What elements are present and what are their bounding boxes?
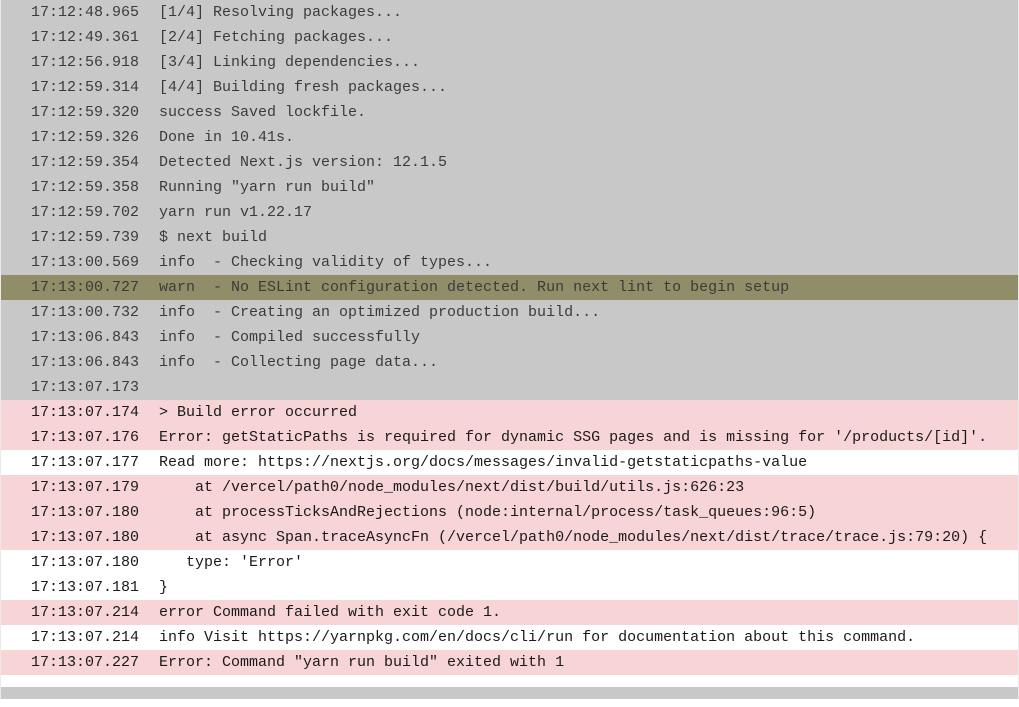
log-row[interactable]: 17:13:07.180 type: 'Error'	[1, 550, 1018, 575]
log-message: warn - No ESLint configuration detected.…	[159, 275, 789, 300]
log-timestamp: 17:13:07.179	[31, 475, 159, 500]
log-message: Done in 10.41s.	[159, 125, 294, 150]
log-timestamp: 17:12:59.326	[31, 125, 159, 150]
log-row[interactable]: 17:12:59.739$ next build	[1, 225, 1018, 250]
log-row[interactable]: 17:13:07.180 at processTicksAndRejection…	[1, 500, 1018, 525]
log-message: info - Compiled successfully	[159, 325, 420, 350]
log-row[interactable]: 17:12:59.702yarn run v1.22.17	[1, 200, 1018, 225]
log-row[interactable]: 17:13:07.174> Build error occurred	[1, 400, 1018, 425]
log-timestamp: 17:12:48.965	[31, 0, 159, 25]
log-row[interactable]: 17:13:06.843info - Compiled successfully	[1, 325, 1018, 350]
log-timestamp: 17:12:59.354	[31, 150, 159, 175]
log-message: info - Collecting page data...	[159, 350, 438, 375]
log-timestamp: 17:13:00.569	[31, 250, 159, 275]
log-row[interactable]: 17:13:07.180 at async Span.traceAsyncFn …	[1, 525, 1018, 550]
log-row[interactable]: 17:12:59.354Detected Next.js version: 12…	[1, 150, 1018, 175]
log-row[interactable]: 17:12:59.358Running "yarn run build"	[1, 175, 1018, 200]
log-message: type: 'Error'	[159, 550, 303, 575]
log-timestamp: 17:13:07.173	[31, 375, 159, 400]
log-row[interactable]: 17:13:07.173	[1, 375, 1018, 400]
log-message: Running "yarn run build"	[159, 175, 375, 200]
log-row[interactable]: 17:12:59.314[4/4] Building fresh package…	[1, 75, 1018, 100]
log-message: info - Creating an optimized production …	[159, 300, 600, 325]
log-message: at async Span.traceAsyncFn (/vercel/path…	[159, 525, 987, 550]
log-row[interactable]: 17:13:07.179 at /vercel/path0/node_modul…	[1, 475, 1018, 500]
log-timestamp: 17:13:00.732	[31, 300, 159, 325]
log-row[interactable]: 17:12:59.320success Saved lockfile.	[1, 100, 1018, 125]
log-row[interactable]: 17:13:00.569info - Checking validity of …	[1, 250, 1018, 275]
log-message: [1/4] Resolving packages...	[159, 0, 402, 25]
log-timestamp: 17:13:07.214	[31, 600, 159, 625]
log-timestamp: 17:12:59.739	[31, 225, 159, 250]
log-message: success Saved lockfile.	[159, 100, 366, 125]
log-row[interactable]: 17:13:07.214error Command failed with ex…	[1, 600, 1018, 625]
log-row[interactable]: 17:12:59.326Done in 10.41s.	[1, 125, 1018, 150]
log-message: Read more: https://nextjs.org/docs/messa…	[159, 450, 807, 475]
log-timestamp: 17:13:07.177	[31, 450, 159, 475]
log-timestamp: 17:13:07.181	[31, 575, 159, 600]
log-row[interactable]: 17:13:07.214info Visit https://yarnpkg.c…	[1, 625, 1018, 650]
log-row[interactable]: 17:13:07.181}	[1, 575, 1018, 600]
log-timestamp: 17:13:07.180	[31, 500, 159, 525]
log-timestamp: 17:13:06.843	[31, 350, 159, 375]
log-message: Detected Next.js version: 12.1.5	[159, 150, 447, 175]
log-timestamp: 17:13:07.227	[31, 650, 159, 675]
log-timestamp: 17:13:07.180	[31, 550, 159, 575]
log-timestamp: 17:12:59.358	[31, 175, 159, 200]
log-message: Error: getStaticPaths is required for dy…	[159, 425, 987, 450]
log-timestamp: 17:13:07.174	[31, 400, 159, 425]
log-message: at processTicksAndRejections (node:inter…	[159, 500, 816, 525]
log-row[interactable]: 17:13:07.177Read more: https://nextjs.or…	[1, 450, 1018, 475]
log-message: error Command failed with exit code 1.	[159, 600, 501, 625]
log-timestamp: 17:12:49.361	[31, 25, 159, 50]
log-timestamp: 17:13:00.727	[31, 275, 159, 300]
log-message: }	[159, 575, 168, 600]
log-message: > Build error occurred	[159, 400, 357, 425]
log-message: info - Checking validity of types...	[159, 250, 492, 275]
log-timestamp: 17:12:59.320	[31, 100, 159, 125]
log-timestamp: 17:12:56.918	[31, 50, 159, 75]
log-message: yarn run v1.22.17	[159, 200, 312, 225]
log-row[interactable]: 17:13:07.227Error: Command "yarn run bui…	[1, 650, 1018, 675]
log-message: at /vercel/path0/node_modules/next/dist/…	[159, 475, 744, 500]
log-row[interactable]: 17:13:00.727warn - No ESLint configurati…	[1, 275, 1018, 300]
log-timestamp: 17:13:07.180	[31, 525, 159, 550]
log-bottom-padding	[1, 675, 1018, 687]
log-row[interactable]: 17:13:07.176Error: getStaticPaths is req…	[1, 425, 1018, 450]
log-row[interactable]: 17:13:00.732info - Creating an optimized…	[1, 300, 1018, 325]
log-timestamp: 17:13:07.176	[31, 425, 159, 450]
log-message: [2/4] Fetching packages...	[159, 25, 393, 50]
log-message: [3/4] Linking dependencies...	[159, 50, 420, 75]
log-timestamp: 17:13:06.843	[31, 325, 159, 350]
log-row[interactable]: 17:12:49.361[2/4] Fetching packages...	[1, 25, 1018, 50]
log-message: [4/4] Building fresh packages...	[159, 75, 447, 100]
log-timestamp: 17:12:59.314	[31, 75, 159, 100]
log-timestamp: 17:13:07.214	[31, 625, 159, 650]
log-trailing-dim	[1, 687, 1018, 699]
log-row[interactable]: 17:12:56.918[3/4] Linking dependencies..…	[1, 50, 1018, 75]
build-log[interactable]: 17:12:48.965[1/4] Resolving packages...1…	[0, 0, 1019, 699]
log-message: info Visit https://yarnpkg.com/en/docs/c…	[159, 625, 915, 650]
log-row[interactable]: 17:13:06.843info - Collecting page data.…	[1, 350, 1018, 375]
log-timestamp: 17:12:59.702	[31, 200, 159, 225]
log-message: $ next build	[159, 225, 267, 250]
log-row[interactable]: 17:12:48.965[1/4] Resolving packages...	[1, 0, 1018, 25]
log-message: Error: Command "yarn run build" exited w…	[159, 650, 564, 675]
